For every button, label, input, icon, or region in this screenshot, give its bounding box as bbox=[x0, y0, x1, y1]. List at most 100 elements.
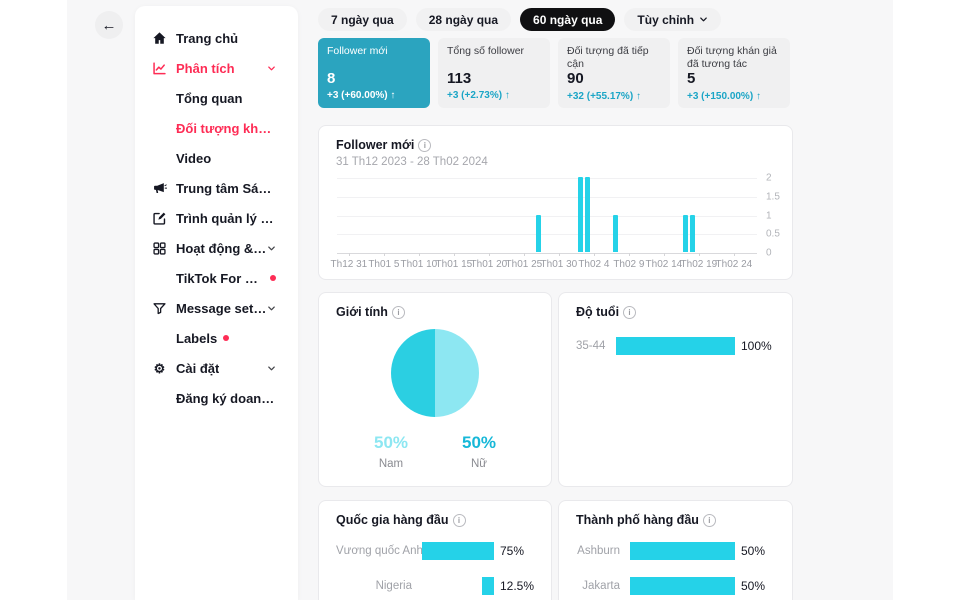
demographic-row-nigeria: Nigeria 12.5% bbox=[336, 577, 540, 595]
chart-bar bbox=[535, 214, 541, 252]
sidebar-item-label: Phân tích bbox=[176, 60, 235, 76]
sidebar-item-label: Video bbox=[176, 150, 212, 166]
stat-card-t-ng-s-follower[interactable]: Tổng số follower 113 +3 (+2.73%) ↑ bbox=[438, 38, 550, 108]
sidebar-item-label: Đăng ký doanh ng... bbox=[176, 390, 276, 406]
tab-label: 60 ngày qua bbox=[533, 12, 603, 27]
gender-card: Giới tính 50% Nam 50% Nữ bbox=[318, 292, 552, 487]
y-axis-label: 2 bbox=[766, 172, 772, 184]
sidebar-item-trang-ch[interactable]: Trang chủ bbox=[135, 23, 298, 53]
stat-card-value: 5 bbox=[687, 70, 696, 88]
info-icon[interactable] bbox=[391, 305, 405, 319]
chevron-down-icon bbox=[267, 244, 276, 253]
gender-label: Nữ bbox=[470, 457, 487, 470]
stat-card-i-t-ng-ti-p-c-n[interactable]: Đối tượng đã tiếp cận 90 +32 (+55.17%) ↑ bbox=[558, 38, 670, 108]
page-title: Đối tượng khán giả bbox=[318, 0, 539, 1]
up-arrow-icon: ↑ bbox=[387, 90, 396, 101]
cities-card: Thành phố hàng đầu Ashburn 50% Jakarta 50% bbox=[558, 500, 793, 600]
sidebar-item-c-i-t[interactable]: ⚙ Cài đặt bbox=[135, 353, 298, 383]
gender-pie-chart bbox=[391, 329, 479, 417]
sidebar-item-labels[interactable]: Labels bbox=[135, 323, 298, 353]
megaphone-icon bbox=[152, 181, 167, 196]
countries-title-row: Quốc gia hàng đầu bbox=[336, 513, 466, 527]
demographic-label: Jakarta bbox=[582, 580, 620, 592]
sidebar-item-ph-n-t-ch[interactable]: Phân tích bbox=[135, 53, 298, 83]
stat-card-follower-m-i[interactable]: Follower mới 8 +3 (+60.00%) ↑ bbox=[318, 38, 430, 108]
sidebar-item-label: TikTok For Business bbox=[176, 270, 264, 286]
sidebar-item-label: Labels bbox=[176, 330, 218, 346]
countries-card: Quốc gia hàng đầu Vương quốc Anh 75% Niger… bbox=[318, 500, 552, 600]
sidebar-nav: Trang chủ Phân tích Tổng quan Đối tượng khá… bbox=[135, 23, 298, 413]
x-axis-tick bbox=[698, 253, 700, 256]
demographic-row-jakarta: Jakarta 50% bbox=[576, 577, 781, 595]
gridline bbox=[337, 178, 757, 179]
date-range-tab-28-ng-y-qua[interactable]: 28 ngày qua bbox=[415, 8, 512, 31]
sidebar-item-message-settings[interactable]: Message settings bbox=[135, 293, 298, 323]
stat-card-title: Đối tượng đã tiếp cận bbox=[567, 45, 649, 71]
date-range-tab-7-ng-y-qua[interactable]: 7 ngày qua bbox=[318, 8, 407, 31]
demographic-value: 50% bbox=[741, 544, 766, 558]
sidebar-item-label: Tổng quan bbox=[176, 90, 243, 106]
info-icon[interactable] bbox=[623, 305, 637, 319]
chart-bar bbox=[682, 214, 688, 252]
city-rows: Ashburn 50% Jakarta 50% bbox=[576, 542, 781, 595]
x-axis-tick bbox=[593, 253, 595, 256]
demographic-label: 35-44 bbox=[576, 340, 606, 352]
gender-card-title: Giới tính bbox=[336, 305, 388, 319]
x-axis-label: Th02 4 bbox=[578, 259, 610, 270]
age-title-row: Độ tuổi bbox=[576, 305, 637, 319]
sidebar-item-ho-t-ng-h-tr[interactable]: Hoạt động & hỗ trợ bbox=[135, 233, 298, 263]
sidebar-item-trung-t-m-s-ng-t-o[interactable]: Trung tâm Sáng tạo bbox=[135, 173, 298, 203]
grid-icon bbox=[152, 241, 167, 256]
sidebar-item-tiktok-for-business[interactable]: TikTok For Business bbox=[135, 263, 298, 293]
y-axis-label: 0.5 bbox=[766, 228, 780, 240]
tab-label: 7 ngày qua bbox=[331, 12, 394, 27]
x-axis-tick bbox=[453, 253, 455, 256]
back-arrow-icon: ← bbox=[101, 16, 117, 34]
chart-date-range: 31 Th12 2023 - 28 Th02 2024 bbox=[336, 156, 488, 168]
demographic-value: 100% bbox=[741, 339, 772, 353]
info-icon[interactable] bbox=[418, 138, 432, 152]
sidebar-item-i-t-ng-kh-n-gi[interactable]: Đối tượng khán giả bbox=[135, 113, 298, 143]
back-button[interactable]: ← bbox=[95, 11, 123, 39]
x-axis-label: Th02 19 bbox=[680, 259, 718, 270]
x-axis-tick bbox=[663, 253, 665, 256]
sidebar-item-ng-k-doanh-ng[interactable]: Đăng ký doanh ng... bbox=[135, 383, 298, 413]
gender-percent: 50% bbox=[461, 433, 497, 452]
x-axis-label: Th02 9 bbox=[613, 259, 645, 270]
sidebar-item-tr-nh-qu-n-l-kh-ch-h[interactable]: Trình quản lý khách h... bbox=[135, 203, 298, 233]
chevron-down-icon bbox=[699, 15, 708, 24]
info-icon[interactable] bbox=[452, 513, 466, 527]
date-range-tabs: 7 ngày qua 28 ngày qua 60 ngày qua Tùy chỉn… bbox=[318, 8, 722, 31]
cities-title-row: Thành phố hàng đầu bbox=[576, 513, 716, 527]
stat-card-delta: +3 (+60.00%) ↑ bbox=[327, 90, 421, 101]
notification-dot bbox=[270, 275, 276, 281]
demographic-label: Nigeria bbox=[375, 580, 412, 592]
gear-icon: ⚙ bbox=[153, 360, 166, 376]
stat-card-value: 8 bbox=[327, 69, 336, 87]
date-range-tab-60-ng-y-qua[interactable]: 60 ngày qua bbox=[520, 8, 616, 31]
demographic-label: Vương quốc Anh bbox=[336, 545, 423, 557]
chevron-down-icon bbox=[267, 364, 276, 373]
demographic-row-v-ng-qu-c-anh: Vương quốc Anh 75% bbox=[336, 542, 540, 560]
date-range-tab-t-y-ch-nh[interactable]: Tùy chỉnh bbox=[624, 8, 722, 31]
chart-bar bbox=[689, 214, 695, 252]
bar-fill bbox=[482, 577, 494, 595]
chart-title: Follower mới bbox=[336, 138, 415, 152]
x-axis-label: Th01 5 bbox=[368, 259, 400, 270]
demographic-label: Ashburn bbox=[577, 545, 620, 557]
x-axis-label: Th12 31 bbox=[330, 259, 368, 270]
x-axis-label: Th01 10 bbox=[400, 259, 438, 270]
sidebar-item-t-ng-quan[interactable]: Tổng quan bbox=[135, 83, 298, 113]
age-card-title: Độ tuổi bbox=[576, 305, 620, 319]
x-axis-tick bbox=[733, 253, 735, 256]
x-axis-label: Th01 30 bbox=[540, 259, 578, 270]
country-rows: Vương quốc Anh 75% Nigeria 12.5% bbox=[336, 542, 540, 595]
chevron-down-icon bbox=[267, 304, 276, 313]
sidebar-item-label: Trung tâm Sáng tạo bbox=[176, 180, 276, 196]
gender-percent: 50% bbox=[373, 433, 409, 452]
info-icon[interactable] bbox=[702, 513, 716, 527]
delta-text: +3 (+2.73%) bbox=[447, 90, 503, 101]
demographic-value: 12.5% bbox=[500, 579, 535, 593]
stat-card-i-t-ng-kh-n-gi-t-ng-t-c[interactable]: Đối tượng khán giả đã tương tác 5 +3 (+150… bbox=[678, 38, 790, 108]
sidebar-item-video[interactable]: Video bbox=[135, 143, 298, 173]
